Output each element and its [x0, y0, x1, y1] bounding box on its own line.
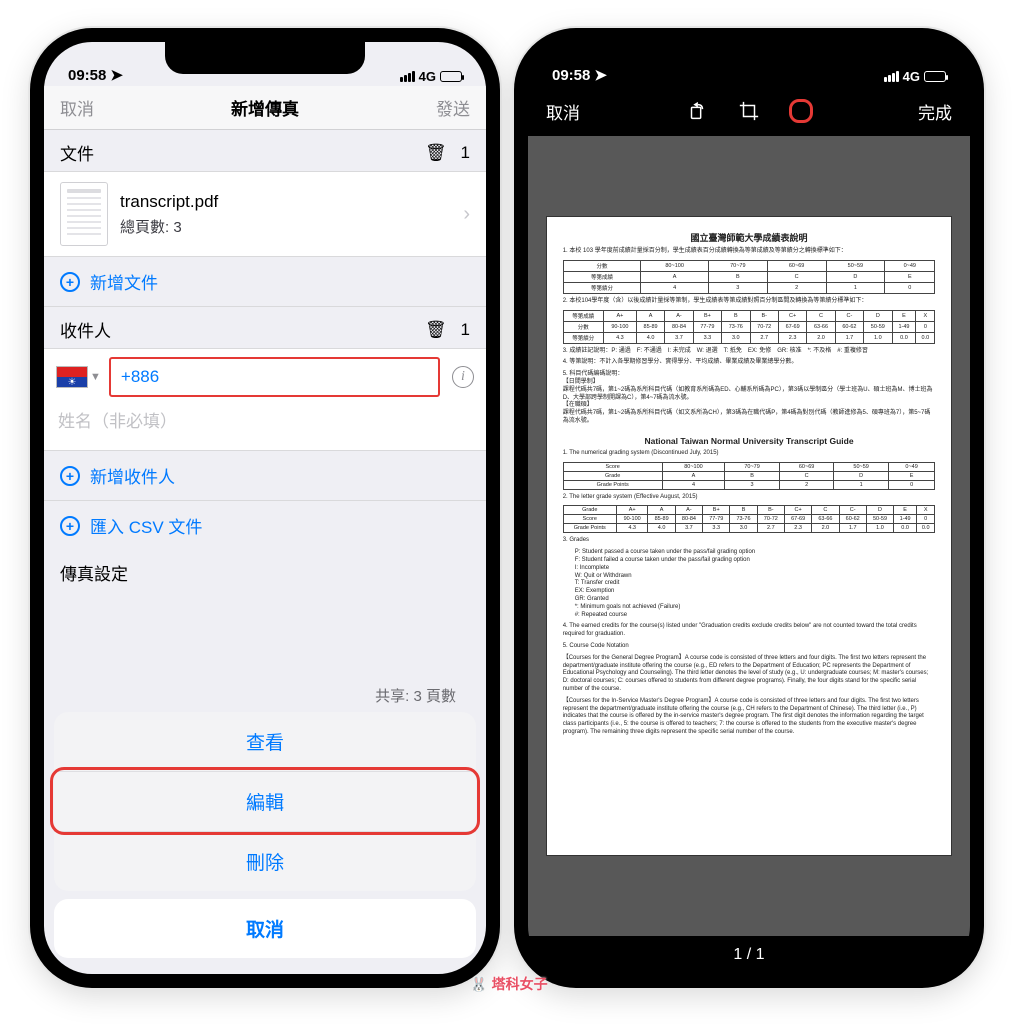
- doc-title-zh: 國立臺灣師範大學成績表說明: [563, 231, 936, 244]
- status-time: 09:58: [552, 67, 590, 84]
- nav-bar: 取消 新增傳真 發送: [44, 86, 486, 130]
- recipients-count: 1: [461, 320, 470, 340]
- sheet-delete-button[interactable]: 刪除: [54, 831, 476, 891]
- share-pages-text: 共享: 3 頁數: [54, 679, 476, 712]
- grade-table-en-2: GradeA+AA-B+BB-C+CC-DEXScore90-10085-898…: [563, 505, 936, 533]
- editor-canvas[interactable]: 國立臺灣師範大學成績表說明 1. 本校 103 學年度前成績計量採百分制，學生成…: [528, 136, 970, 936]
- chevron-right-icon: ›: [463, 203, 470, 226]
- grade-legend: P: Student passed a course taken under t…: [563, 549, 936, 619]
- cancel-button[interactable]: 取消: [546, 99, 580, 124]
- document-thumb-icon: [60, 182, 108, 246]
- recipient-input-group: ▼ +886 i 姓名（非必填）: [44, 348, 486, 451]
- grade-table-en-1: Score80~10070~7960~6950~590~49GradeABCDE…: [563, 462, 936, 490]
- documents-header: 文件 🗑 1: [44, 130, 486, 171]
- chevron-down-icon: ▼: [90, 371, 101, 383]
- phone-right: 09:58 ➤ 4G 取消: [514, 28, 984, 988]
- doc-title-en: National Taiwan Normal University Transc…: [563, 436, 936, 446]
- documents-label: 文件: [60, 140, 94, 165]
- location-icon: ➤: [594, 66, 607, 84]
- phone-number-input[interactable]: +886: [109, 357, 440, 397]
- add-document-label: 新增文件: [90, 269, 158, 294]
- sheet-view-button[interactable]: 查看: [54, 712, 476, 771]
- add-document-button[interactable]: + 新增文件: [44, 257, 486, 307]
- info-icon[interactable]: i: [452, 366, 474, 388]
- recipients-label: 收件人: [60, 317, 111, 342]
- fax-settings-label: 傳真設定: [60, 560, 128, 585]
- status-time: 09:58: [68, 67, 106, 84]
- grade-table-zh-1: 分數80~10070~7960~6950~590~49等第成績ABCDE等第績分…: [563, 260, 936, 294]
- phone-left: 09:58 ➤ 4G 取消 新增傳真 發送 文件 🗑 1: [30, 28, 500, 988]
- location-icon: ➤: [110, 66, 123, 84]
- action-sheet: 共享: 3 頁數 查看 編輯 刪除 取消: [54, 679, 476, 958]
- done-button[interactable]: 完成: [918, 99, 952, 124]
- import-csv-label: 匯入 CSV 文件: [90, 513, 202, 538]
- page-indicator: 1 / 1: [528, 936, 970, 974]
- draw-icon[interactable]: [789, 99, 813, 123]
- name-input[interactable]: 姓名（非必填）: [56, 397, 474, 442]
- plus-icon: +: [60, 516, 80, 536]
- document-preview: 國立臺灣師範大學成績表說明 1. 本校 103 學年度前成績計量採百分制，學生成…: [546, 216, 953, 856]
- battery-icon: [924, 71, 946, 82]
- editor-toolbar: 取消 完成: [528, 86, 970, 136]
- import-csv-button[interactable]: + 匯入 CSV 文件: [44, 501, 486, 550]
- nav-title: 新增傳真: [231, 95, 299, 120]
- documents-count: 1: [461, 143, 470, 163]
- country-picker[interactable]: ▼: [56, 366, 101, 388]
- grade-table-zh-2: 等第成績A+AA-B+BB-C+CC-DEX分數90-10085-8980-84…: [563, 310, 936, 344]
- document-pages: 總頁數: 3: [120, 216, 218, 237]
- flag-icon: [56, 366, 88, 388]
- sheet-cancel-button[interactable]: 取消: [54, 899, 476, 958]
- crop-icon[interactable]: [737, 99, 761, 123]
- trash-icon[interactable]: 🗑: [425, 143, 447, 163]
- trash-icon[interactable]: 🗑: [425, 320, 447, 340]
- document-row[interactable]: transcript.pdf 總頁數: 3 ›: [44, 171, 486, 257]
- notch: [165, 42, 365, 74]
- recipients-header: 收件人 🗑 1: [44, 307, 486, 348]
- send-button[interactable]: 發送: [436, 95, 470, 120]
- plus-icon: +: [60, 466, 80, 486]
- plus-icon: +: [60, 272, 80, 292]
- document-filename: transcript.pdf: [120, 192, 218, 212]
- sheet-edit-button[interactable]: 編輯: [54, 771, 476, 831]
- watermark: 🐰 塔科女子: [470, 974, 547, 994]
- battery-icon: [440, 71, 462, 82]
- network-label: 4G: [903, 69, 920, 84]
- fax-settings-header: 傳真設定: [44, 550, 486, 585]
- rotate-icon[interactable]: [685, 99, 709, 123]
- signal-icon: [400, 71, 415, 82]
- notch: [649, 42, 849, 74]
- cancel-button[interactable]: 取消: [60, 95, 94, 120]
- network-label: 4G: [419, 69, 436, 84]
- add-recipient-label: 新增收件人: [90, 463, 175, 488]
- add-recipient-button[interactable]: + 新增收件人: [44, 451, 486, 501]
- signal-icon: [884, 71, 899, 82]
